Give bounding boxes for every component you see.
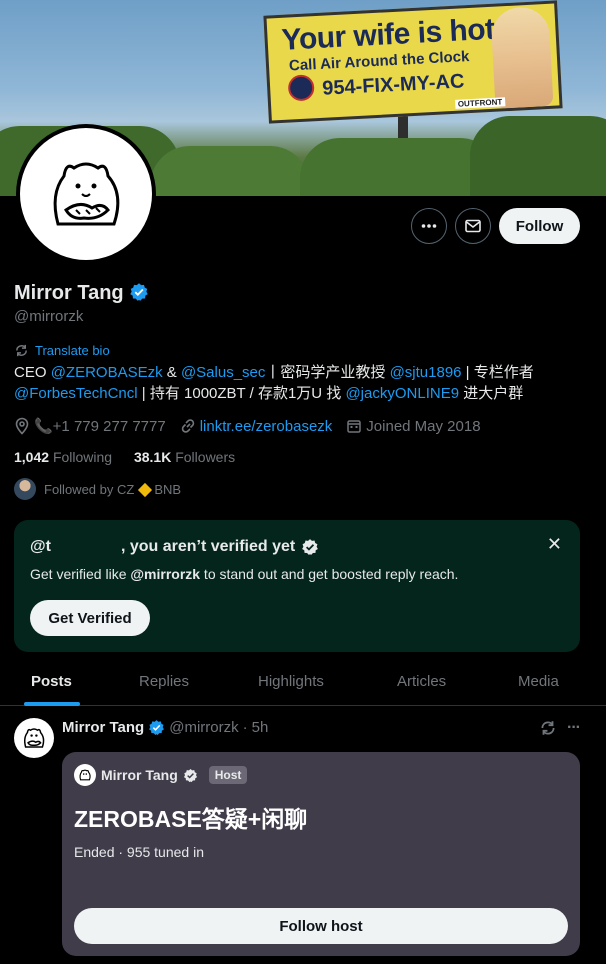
- location-pin-icon: [15, 417, 29, 435]
- space-title: ZEROBASE答疑+闲聊: [74, 806, 308, 832]
- space-host-avatar: [74, 764, 96, 786]
- close-icon[interactable]: ✕: [547, 534, 562, 555]
- verification-prompt-card: @t , you aren’t verified yet ✕ Get verif…: [14, 520, 580, 652]
- tab-highlights[interactable]: Highlights: [258, 656, 324, 706]
- verification-description-text: to stand out and get boosted reply reach…: [200, 566, 459, 582]
- bio-mention-link[interactable]: @ForbesTechCncl: [14, 385, 138, 402]
- verified-outline-icon: [302, 539, 319, 555]
- followers-link[interactable]: 38.1K Followers: [134, 449, 235, 465]
- joined-date: Joined May 2018: [366, 417, 481, 435]
- cat-doodle-icon: [23, 728, 45, 748]
- profile-tabs: Posts Replies Highlights Articles Media: [0, 656, 606, 706]
- calendar-icon: [347, 420, 362, 433]
- bio-mention-link[interactable]: @jackyONLINE9: [345, 385, 459, 402]
- profile-name: Mirror Tang: [14, 282, 124, 304]
- billboard: Your wife is hot Call Air Around the Clo…: [263, 0, 563, 124]
- profile-name-row: Mirror Tang: [14, 282, 149, 305]
- post-separator: ·: [242, 719, 248, 736]
- profile-meta: 📞+1 779 277 7777 linktr.ee/zerobasezk Jo…: [14, 417, 495, 435]
- bio-text: 进大户群: [459, 385, 524, 402]
- followed-by-suffix: BNB: [154, 481, 182, 497]
- billboard-logo: [287, 74, 315, 102]
- link-icon: [181, 419, 194, 433]
- bio-mention-link[interactable]: @sjtu1896: [390, 364, 462, 381]
- following-count: 1,042: [14, 449, 50, 465]
- cat-doodle-icon: [79, 769, 91, 781]
- verified-badge-icon[interactable]: [129, 282, 149, 302]
- post-header: Mirror Tang @mirrorzk · 5h: [62, 719, 268, 736]
- tab-posts[interactable]: Posts: [31, 656, 72, 706]
- follow-button[interactable]: Follow: [499, 208, 580, 244]
- verification-title: @t , you aren’t verified yet: [30, 538, 319, 556]
- verified-badge-icon: [149, 720, 165, 735]
- website-link[interactable]: linktr.ee/zerobasezk: [200, 418, 333, 435]
- follow-stats: 1,042 Following 38.1K Followers: [14, 449, 235, 465]
- bio-text: 丨密码学产业教授: [265, 364, 390, 381]
- space-status: Ended · 955 tuned in: [74, 844, 204, 860]
- verification-description: Get verified like @mirrorzk to stand out…: [30, 566, 458, 582]
- trees: [470, 116, 606, 196]
- tab-replies[interactable]: Replies: [139, 656, 189, 706]
- following-label: Following: [52, 449, 113, 465]
- space-card[interactable]: Mirror Tang Host ZEROBASE答疑+闲聊 Ended · 9…: [62, 752, 580, 956]
- profile-avatar[interactable]: [16, 124, 156, 264]
- billboard-phone: 954-FIX-MY-AC: [321, 70, 465, 100]
- bio-text: | 专栏作者: [461, 364, 534, 381]
- joined-item: Joined May 2018: [346, 417, 481, 435]
- bio-text: CEO: [14, 364, 51, 381]
- trees: [150, 146, 310, 196]
- envelope-icon: [465, 219, 481, 233]
- post-author-handle[interactable]: @mirrorzk: [169, 719, 238, 736]
- space-host-row: Mirror Tang Host: [74, 764, 248, 786]
- get-verified-button[interactable]: Get Verified: [30, 600, 150, 636]
- more-options-button[interactable]: [411, 208, 447, 244]
- followed-by-row[interactable]: Followed by CZ BNB: [14, 478, 181, 500]
- message-button[interactable]: [455, 208, 491, 244]
- host-badge: Host: [208, 766, 248, 784]
- verification-title-handle: @t: [30, 538, 51, 555]
- tab-articles[interactable]: Articles: [397, 656, 446, 706]
- tab-media[interactable]: Media: [518, 656, 559, 706]
- bio-text: | 持有 1000ZBT / 存款1万U 找: [137, 385, 346, 402]
- bio-mention-link[interactable]: @Salus_sec: [181, 364, 265, 381]
- billboard-brand: OUTFRONT: [454, 97, 506, 109]
- cat-doodle-icon: [53, 162, 120, 226]
- followers-count: 38.1K: [133, 449, 172, 465]
- translate-icon: [16, 344, 27, 357]
- more-icon: [421, 224, 437, 228]
- followers-label: Followers: [175, 449, 236, 465]
- location-text: 📞+1 779 277 7777: [34, 418, 166, 435]
- website-item[interactable]: linktr.ee/zerobasezk: [180, 418, 333, 435]
- follow-host-button[interactable]: Follow host: [74, 908, 568, 944]
- bio-text: &: [162, 364, 181, 381]
- post-time[interactable]: 5h: [252, 719, 269, 736]
- translate-bio-label: Translate bio: [35, 343, 110, 358]
- post-author-name[interactable]: Mirror Tang: [62, 719, 144, 736]
- verified-outline-icon: [183, 768, 197, 782]
- billboard-person-image: [490, 5, 554, 109]
- follower-avatar: [14, 478, 36, 500]
- location-item: 📞+1 779 277 7777: [14, 417, 166, 435]
- bnb-diamond-icon: [138, 482, 153, 497]
- translate-icon[interactable]: [539, 719, 557, 737]
- active-tab-indicator: [24, 702, 80, 706]
- verification-description-text: Get verified like: [30, 566, 131, 582]
- profile-handle: @mirrorzk: [14, 308, 84, 325]
- followed-by-text: Followed by CZ: [44, 481, 135, 497]
- translate-bio-link[interactable]: Translate bio: [14, 343, 110, 358]
- verification-description-handle: @mirrorzk: [130, 566, 201, 582]
- space-host-name: Mirror Tang: [101, 767, 178, 783]
- post-header-actions: ···: [539, 719, 581, 737]
- profile-bio: CEO @ZEROBASEzk & @Salus_sec丨密码学产业教授 @sj…: [14, 362, 594, 404]
- verification-title-text: , you aren’t verified yet: [120, 538, 296, 555]
- post-more-button[interactable]: ···: [567, 719, 581, 737]
- bio-mention-link[interactable]: @ZEROBASEzk: [51, 364, 163, 381]
- following-link[interactable]: 1,042 Following: [14, 449, 112, 465]
- post-author-avatar[interactable]: [14, 718, 54, 758]
